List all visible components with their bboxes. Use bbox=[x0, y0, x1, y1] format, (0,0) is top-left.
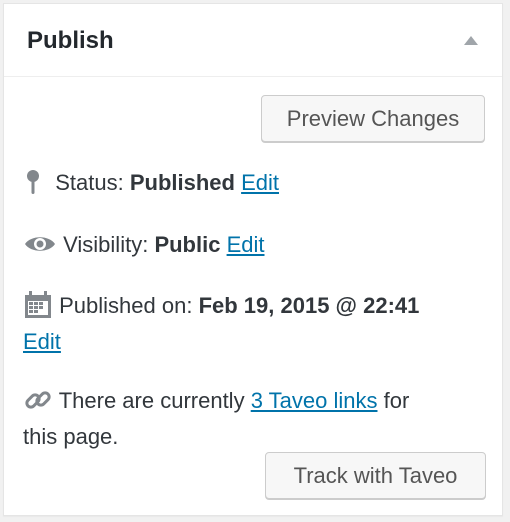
taveo-text-before: There are currently bbox=[58, 388, 245, 413]
panel-title: Publish bbox=[27, 27, 114, 54]
status-label: Status: bbox=[55, 170, 124, 195]
triangle-up-icon[interactable] bbox=[464, 36, 478, 45]
calendar-icon bbox=[23, 290, 53, 320]
status-edit-link[interactable]: Edit bbox=[241, 170, 279, 195]
status-row: Status: Published Edit bbox=[23, 166, 486, 200]
visibility-label: Visibility: bbox=[63, 232, 149, 257]
published-on-value: Feb 19, 2015 @ 22:41 bbox=[198, 293, 420, 318]
published-on-edit-row: Edit bbox=[23, 325, 486, 359]
taveo-text-line2: this page. bbox=[23, 424, 119, 449]
published-on-label: Published on: bbox=[59, 293, 193, 318]
eye-icon bbox=[23, 233, 57, 255]
taveo-text-after: for bbox=[383, 388, 410, 413]
visibility-row: Visibility: Public Edit bbox=[23, 228, 486, 262]
status-value: Published bbox=[129, 170, 235, 195]
publish-panel: Publish Preview Changes Status: Publishe… bbox=[3, 3, 503, 516]
taveo-row: There are currently 3 Taveo links for bbox=[23, 384, 486, 418]
panel-header[interactable]: Publish bbox=[4, 4, 502, 77]
taveo-row-continued: this page. bbox=[23, 420, 486, 454]
visibility-edit-link[interactable]: Edit bbox=[227, 232, 265, 257]
preview-changes-button[interactable]: Preview Changes bbox=[261, 95, 485, 142]
published-on-row: Published on: Feb 19, 2015 @ 22:41 bbox=[23, 289, 486, 323]
visibility-value: Public bbox=[154, 232, 221, 257]
published-on-edit-link[interactable]: Edit bbox=[23, 329, 61, 354]
pin-icon bbox=[23, 168, 43, 196]
taveo-links-link[interactable]: 3 Taveo links bbox=[251, 388, 378, 413]
track-with-taveo-button[interactable]: Track with Taveo bbox=[265, 452, 486, 499]
link-icon bbox=[23, 385, 53, 415]
